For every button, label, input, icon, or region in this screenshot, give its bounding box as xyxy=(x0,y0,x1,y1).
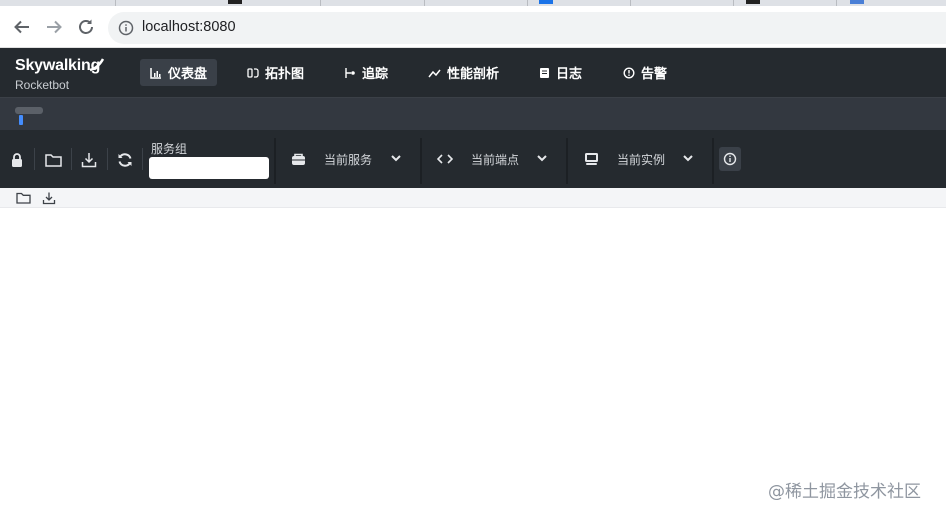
current-service-label: 当前服务 xyxy=(324,152,373,167)
tab-favicon xyxy=(850,0,864,4)
lock-button[interactable] xyxy=(7,150,27,170)
folder-icon xyxy=(15,192,31,204)
service-group-label: 服务组 xyxy=(151,142,188,156)
watermark: @稀土掘金技术社区 xyxy=(768,482,921,502)
arrow-left-icon xyxy=(14,20,29,34)
nav-label: 告警 xyxy=(641,67,668,82)
nav-trace[interactable]: 追踪 xyxy=(334,59,398,86)
address-bar[interactable]: localhost:8080 xyxy=(108,12,946,44)
current-instance-label: 当前实例 xyxy=(617,152,666,167)
url-text: localhost:8080 xyxy=(142,19,236,35)
toolbar-section-divider xyxy=(566,138,568,184)
dashboard-toolbar: 服务组 当前服务 当前端点 当前实例 xyxy=(0,130,946,188)
toolbar-divider xyxy=(142,148,143,170)
nav-label: 日志 xyxy=(556,67,583,82)
dashboard-content-toolbar xyxy=(0,188,946,208)
tab-favicon xyxy=(228,0,242,4)
toolbar-section-divider xyxy=(712,138,714,184)
nav-alarm[interactable]: 告警 xyxy=(613,59,677,86)
toolbar-section-divider xyxy=(274,138,276,184)
instance-icon xyxy=(585,153,598,165)
logo-subtitle: Rocketbot xyxy=(15,78,70,92)
service-group-input[interactable] xyxy=(149,157,269,179)
nav-label: 性能剖析 xyxy=(447,67,500,82)
arrow-right-icon xyxy=(47,20,62,34)
nav-label: 仪表盘 xyxy=(168,67,208,82)
reload-button[interactable] xyxy=(74,15,98,39)
chevron-down-icon xyxy=(683,155,693,162)
nav-label: 追踪 xyxy=(362,67,389,82)
nav-label: 拓扑图 xyxy=(265,67,305,82)
export-button[interactable] xyxy=(79,150,99,170)
nav-dashboard[interactable]: 仪表盘 xyxy=(140,59,218,86)
trace-icon xyxy=(345,67,355,78)
export-template-button[interactable] xyxy=(41,191,57,205)
nav-log[interactable]: 日志 xyxy=(529,59,592,86)
info-icon[interactable] xyxy=(118,20,134,40)
info-button[interactable] xyxy=(719,147,741,171)
nav-topology[interactable]: 拓扑图 xyxy=(237,59,314,86)
browser-toolbar: localhost:8080 xyxy=(0,6,946,48)
nav-profile[interactable]: 性能剖析 xyxy=(418,59,509,86)
endpoint-selector[interactable]: 当前端点 xyxy=(437,144,557,174)
topology-icon xyxy=(247,67,259,78)
back-button[interactable] xyxy=(10,15,34,39)
import-button[interactable] xyxy=(43,150,63,170)
reload-icon xyxy=(79,19,93,34)
folder-icon xyxy=(44,154,62,167)
chevron-down-icon xyxy=(537,155,547,162)
profile-icon xyxy=(428,69,441,77)
download-icon xyxy=(81,153,97,168)
tab-favicon xyxy=(539,0,553,4)
log-icon xyxy=(540,67,549,78)
tab-favicon xyxy=(746,0,760,4)
current-endpoint-label: 当前端点 xyxy=(471,152,520,167)
tab-indicator xyxy=(19,115,23,125)
dashboard-tab-bar xyxy=(0,97,946,130)
chevron-down-icon xyxy=(391,155,401,162)
import-template-button[interactable] xyxy=(15,191,31,205)
toolbar-section-divider xyxy=(420,138,422,184)
toolbar-divider xyxy=(34,148,35,170)
info-circle-icon xyxy=(723,152,737,166)
lock-icon xyxy=(12,153,22,167)
dashboard-icon xyxy=(150,67,161,79)
forward-button[interactable] xyxy=(42,15,66,39)
alarm-icon xyxy=(623,66,635,79)
toolbar-divider xyxy=(107,148,108,170)
refresh-icon xyxy=(118,153,132,167)
app-header: Skywalking Rocketbot 仪表盘 拓扑图 追踪 性能剖析 日志 … xyxy=(0,48,946,97)
dashboard-tab[interactable] xyxy=(15,107,43,114)
refresh-button[interactable] xyxy=(115,150,135,170)
toolbar-divider xyxy=(71,148,72,170)
instance-selector[interactable]: 当前实例 xyxy=(584,144,704,174)
service-selector[interactable]: 当前服务 xyxy=(291,144,411,174)
download-icon xyxy=(42,192,56,204)
code-icon xyxy=(437,154,453,164)
service-icon xyxy=(292,153,305,165)
logo-swoosh-icon xyxy=(89,58,105,72)
